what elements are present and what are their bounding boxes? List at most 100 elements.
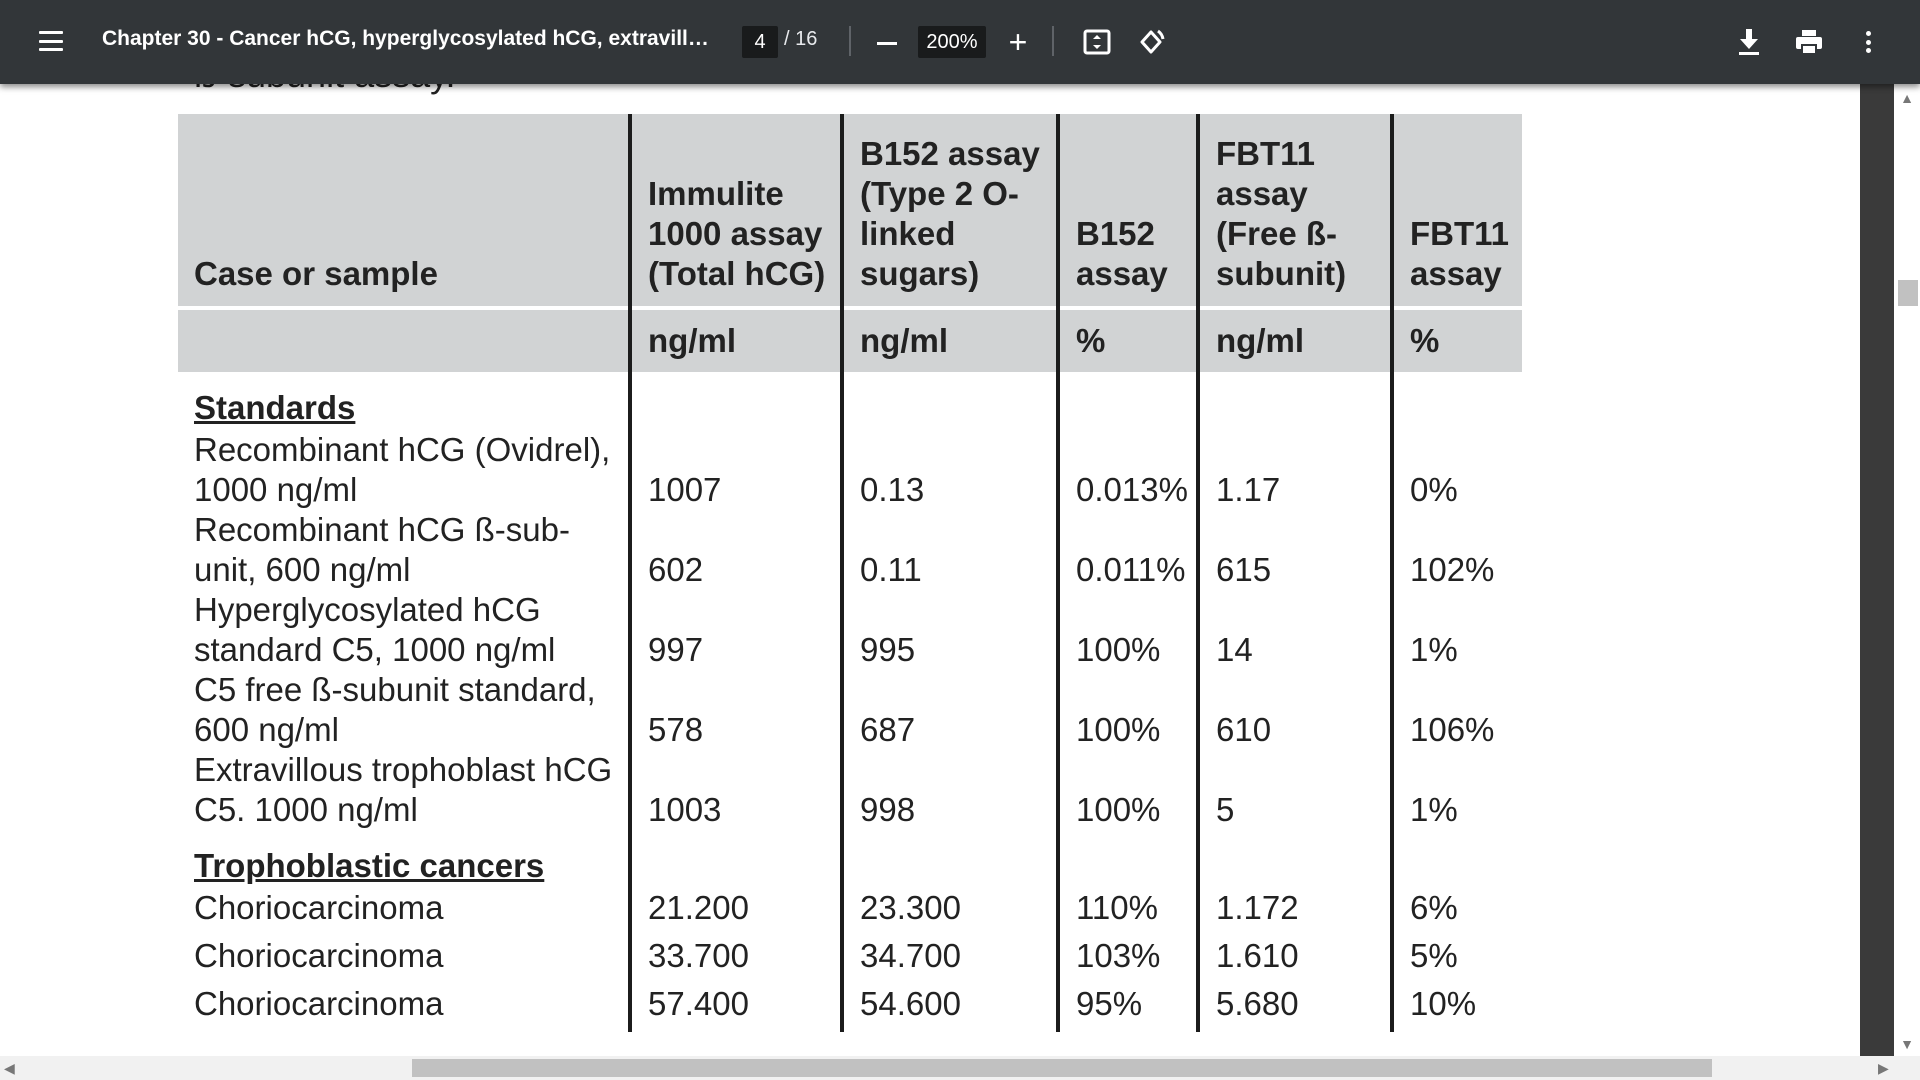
zoom-out-button[interactable] bbox=[872, 28, 902, 58]
table-cell: 997 bbox=[628, 590, 842, 670]
table-cell: 110% bbox=[1056, 888, 1198, 936]
table-cell: Recombinant hCG (Ovidrel), 1000 ng/ml bbox=[194, 431, 611, 508]
table-cell: Extravillous trophoblast hCG C5. 1000 ng… bbox=[194, 751, 613, 828]
unit-header: ng/ml bbox=[840, 306, 1058, 372]
column-header: B152 assay (Type 2 O-linked sugars) bbox=[840, 114, 1058, 308]
page-number-input[interactable]: 4 bbox=[742, 26, 778, 58]
vertical-scrollbar[interactable]: ▲ ▼ bbox=[1860, 84, 1920, 1056]
table-cell: 100% bbox=[1056, 670, 1198, 750]
section-row: Standards bbox=[178, 372, 1522, 430]
scroll-right-arrow-icon[interactable]: ▶ bbox=[1878, 1058, 1894, 1078]
table-cell: Recombinant hCG ß-sub-unit, 600 ng/ml bbox=[194, 511, 570, 588]
pdf-toolbar: Chapter 30 - Cancer hCG, hyperglycosylat… bbox=[0, 0, 1920, 84]
section-label: Standards bbox=[194, 389, 356, 426]
unit-header bbox=[178, 306, 630, 372]
table-cell: 578 bbox=[628, 670, 842, 750]
table-cell: 5% bbox=[1390, 936, 1522, 984]
table-cell: Hyperglycosylated hCG standard C5, 1000 … bbox=[194, 591, 556, 668]
print-button[interactable] bbox=[1792, 26, 1826, 58]
table-cell: Choriocarcinoma bbox=[194, 985, 444, 1022]
scroll-up-arrow-icon[interactable]: ▲ bbox=[1896, 88, 1918, 108]
table-cell: 1% bbox=[1390, 590, 1522, 670]
table-cell: 106% bbox=[1390, 670, 1522, 750]
print-icon bbox=[1796, 30, 1822, 55]
scrollbar-thumb[interactable] bbox=[1898, 280, 1918, 306]
table-cell: 33.700 bbox=[628, 936, 842, 984]
fit-page-icon bbox=[1083, 29, 1111, 55]
table-row: Choriocarcinoma 21.200 23.300 110% 1.172… bbox=[178, 888, 1522, 936]
table-cell: 14 bbox=[1196, 590, 1392, 670]
table-cell: 5.680 bbox=[1196, 984, 1392, 1032]
table-cell: 54.600 bbox=[840, 984, 1058, 1032]
horizontal-scrollbar[interactable]: ◀ ▶ bbox=[0, 1056, 1920, 1080]
column-header: Immulite 1000 assay (Total hCG) bbox=[628, 114, 842, 308]
table-row: Extravillous trophoblast hCG C5. 1000 ng… bbox=[178, 750, 1522, 830]
table-cell: 1.17 bbox=[1196, 430, 1392, 510]
zoom-in-button[interactable]: + bbox=[1003, 26, 1033, 58]
table-cell: 5 bbox=[1196, 750, 1392, 830]
table-cell: 615 bbox=[1196, 510, 1392, 590]
table-row: Recombinant hCG (Ovidrel), 1000 ng/ml 10… bbox=[178, 430, 1522, 510]
table-cell: 0% bbox=[1390, 430, 1522, 510]
more-vert-icon[interactable] bbox=[1858, 26, 1878, 58]
table-cell: 10% bbox=[1390, 984, 1522, 1032]
section-label: Trophoblastic cancers bbox=[194, 847, 545, 884]
table-cell: 1.172 bbox=[1196, 888, 1392, 936]
scrollbar-thumb[interactable] bbox=[412, 1059, 1712, 1077]
unit-header: ng/ml bbox=[1196, 306, 1392, 372]
table-cell: 34.700 bbox=[840, 936, 1058, 984]
table-cell: Choriocarcinoma bbox=[194, 889, 444, 926]
table-cell: 0.011% bbox=[1056, 510, 1198, 590]
plus-icon: + bbox=[1008, 24, 1028, 60]
table-cell: 1007 bbox=[628, 430, 842, 510]
table-cell: 103% bbox=[1056, 936, 1198, 984]
table-row: C5 free ß-subunit standard, 600 ng/ml 57… bbox=[178, 670, 1522, 750]
page-total: / 16 bbox=[784, 28, 818, 50]
document-viewport[interactable]: ß-subunit assay. Case or sample Immulite… bbox=[0, 84, 1860, 1056]
rotate-icon bbox=[1140, 29, 1165, 54]
table-cell: 0.11 bbox=[840, 510, 1058, 590]
assay-table: Case or sample Immulite 1000 assay (Tota… bbox=[178, 114, 1522, 1032]
scrollbar-track bbox=[1860, 84, 1894, 1056]
table-cell: 1% bbox=[1390, 750, 1522, 830]
table-cell: 0.013% bbox=[1056, 430, 1198, 510]
table-row: Recombinant hCG ß-sub-unit, 600 ng/ml 60… bbox=[178, 510, 1522, 590]
rotate-button[interactable] bbox=[1136, 27, 1166, 57]
table-cell: 6% bbox=[1390, 888, 1522, 936]
column-header: FBT11 assay bbox=[1390, 114, 1522, 308]
download-button[interactable] bbox=[1733, 26, 1765, 58]
table-cell: 602 bbox=[628, 510, 842, 590]
table-cell: 998 bbox=[840, 750, 1058, 830]
table-cell: 0.13 bbox=[840, 430, 1058, 510]
column-header: B152 assay bbox=[1056, 114, 1198, 308]
table-cell: 995 bbox=[840, 590, 1058, 670]
download-icon bbox=[1739, 29, 1759, 55]
section-row: Trophoblastic cancers bbox=[178, 830, 1522, 888]
table-cell: C5 free ß-subunit standard, 600 ng/ml bbox=[194, 671, 596, 748]
table-cell: 21.200 bbox=[628, 888, 842, 936]
document-title: Chapter 30 - Cancer hCG, hyperglycosylat… bbox=[102, 27, 712, 50]
table-row: Choriocarcinoma 57.400 54.600 95% 5.680 … bbox=[178, 984, 1522, 1032]
scroll-left-arrow-icon[interactable]: ◀ bbox=[4, 1058, 20, 1078]
table-cell: 102% bbox=[1390, 510, 1522, 590]
fit-page-button[interactable] bbox=[1082, 27, 1112, 57]
table-cell: 1.610 bbox=[1196, 936, 1392, 984]
table-cell: 100% bbox=[1056, 750, 1198, 830]
table-cell: 1003 bbox=[628, 750, 842, 830]
toolbar-divider bbox=[849, 26, 851, 56]
menu-icon[interactable] bbox=[36, 26, 66, 56]
toolbar-divider bbox=[1052, 26, 1054, 56]
table-cell: 57.400 bbox=[628, 984, 842, 1032]
unit-header: % bbox=[1056, 306, 1198, 372]
cut-off-heading: ß-subunit assay. bbox=[194, 84, 455, 96]
table-cell: 23.300 bbox=[840, 888, 1058, 936]
unit-header: % bbox=[1390, 306, 1522, 372]
table-cell: 100% bbox=[1056, 590, 1198, 670]
column-header: FBT11 assay (Free ß-subunit) bbox=[1196, 114, 1392, 308]
table-cell: 610 bbox=[1196, 670, 1392, 750]
table-cell: 687 bbox=[840, 670, 1058, 750]
scroll-down-arrow-icon[interactable]: ▼ bbox=[1896, 1034, 1918, 1054]
unit-header: ng/ml bbox=[628, 306, 842, 372]
zoom-level-input[interactable]: 200% bbox=[918, 26, 986, 58]
table-row: Choriocarcinoma 33.700 34.700 103% 1.610… bbox=[178, 936, 1522, 984]
